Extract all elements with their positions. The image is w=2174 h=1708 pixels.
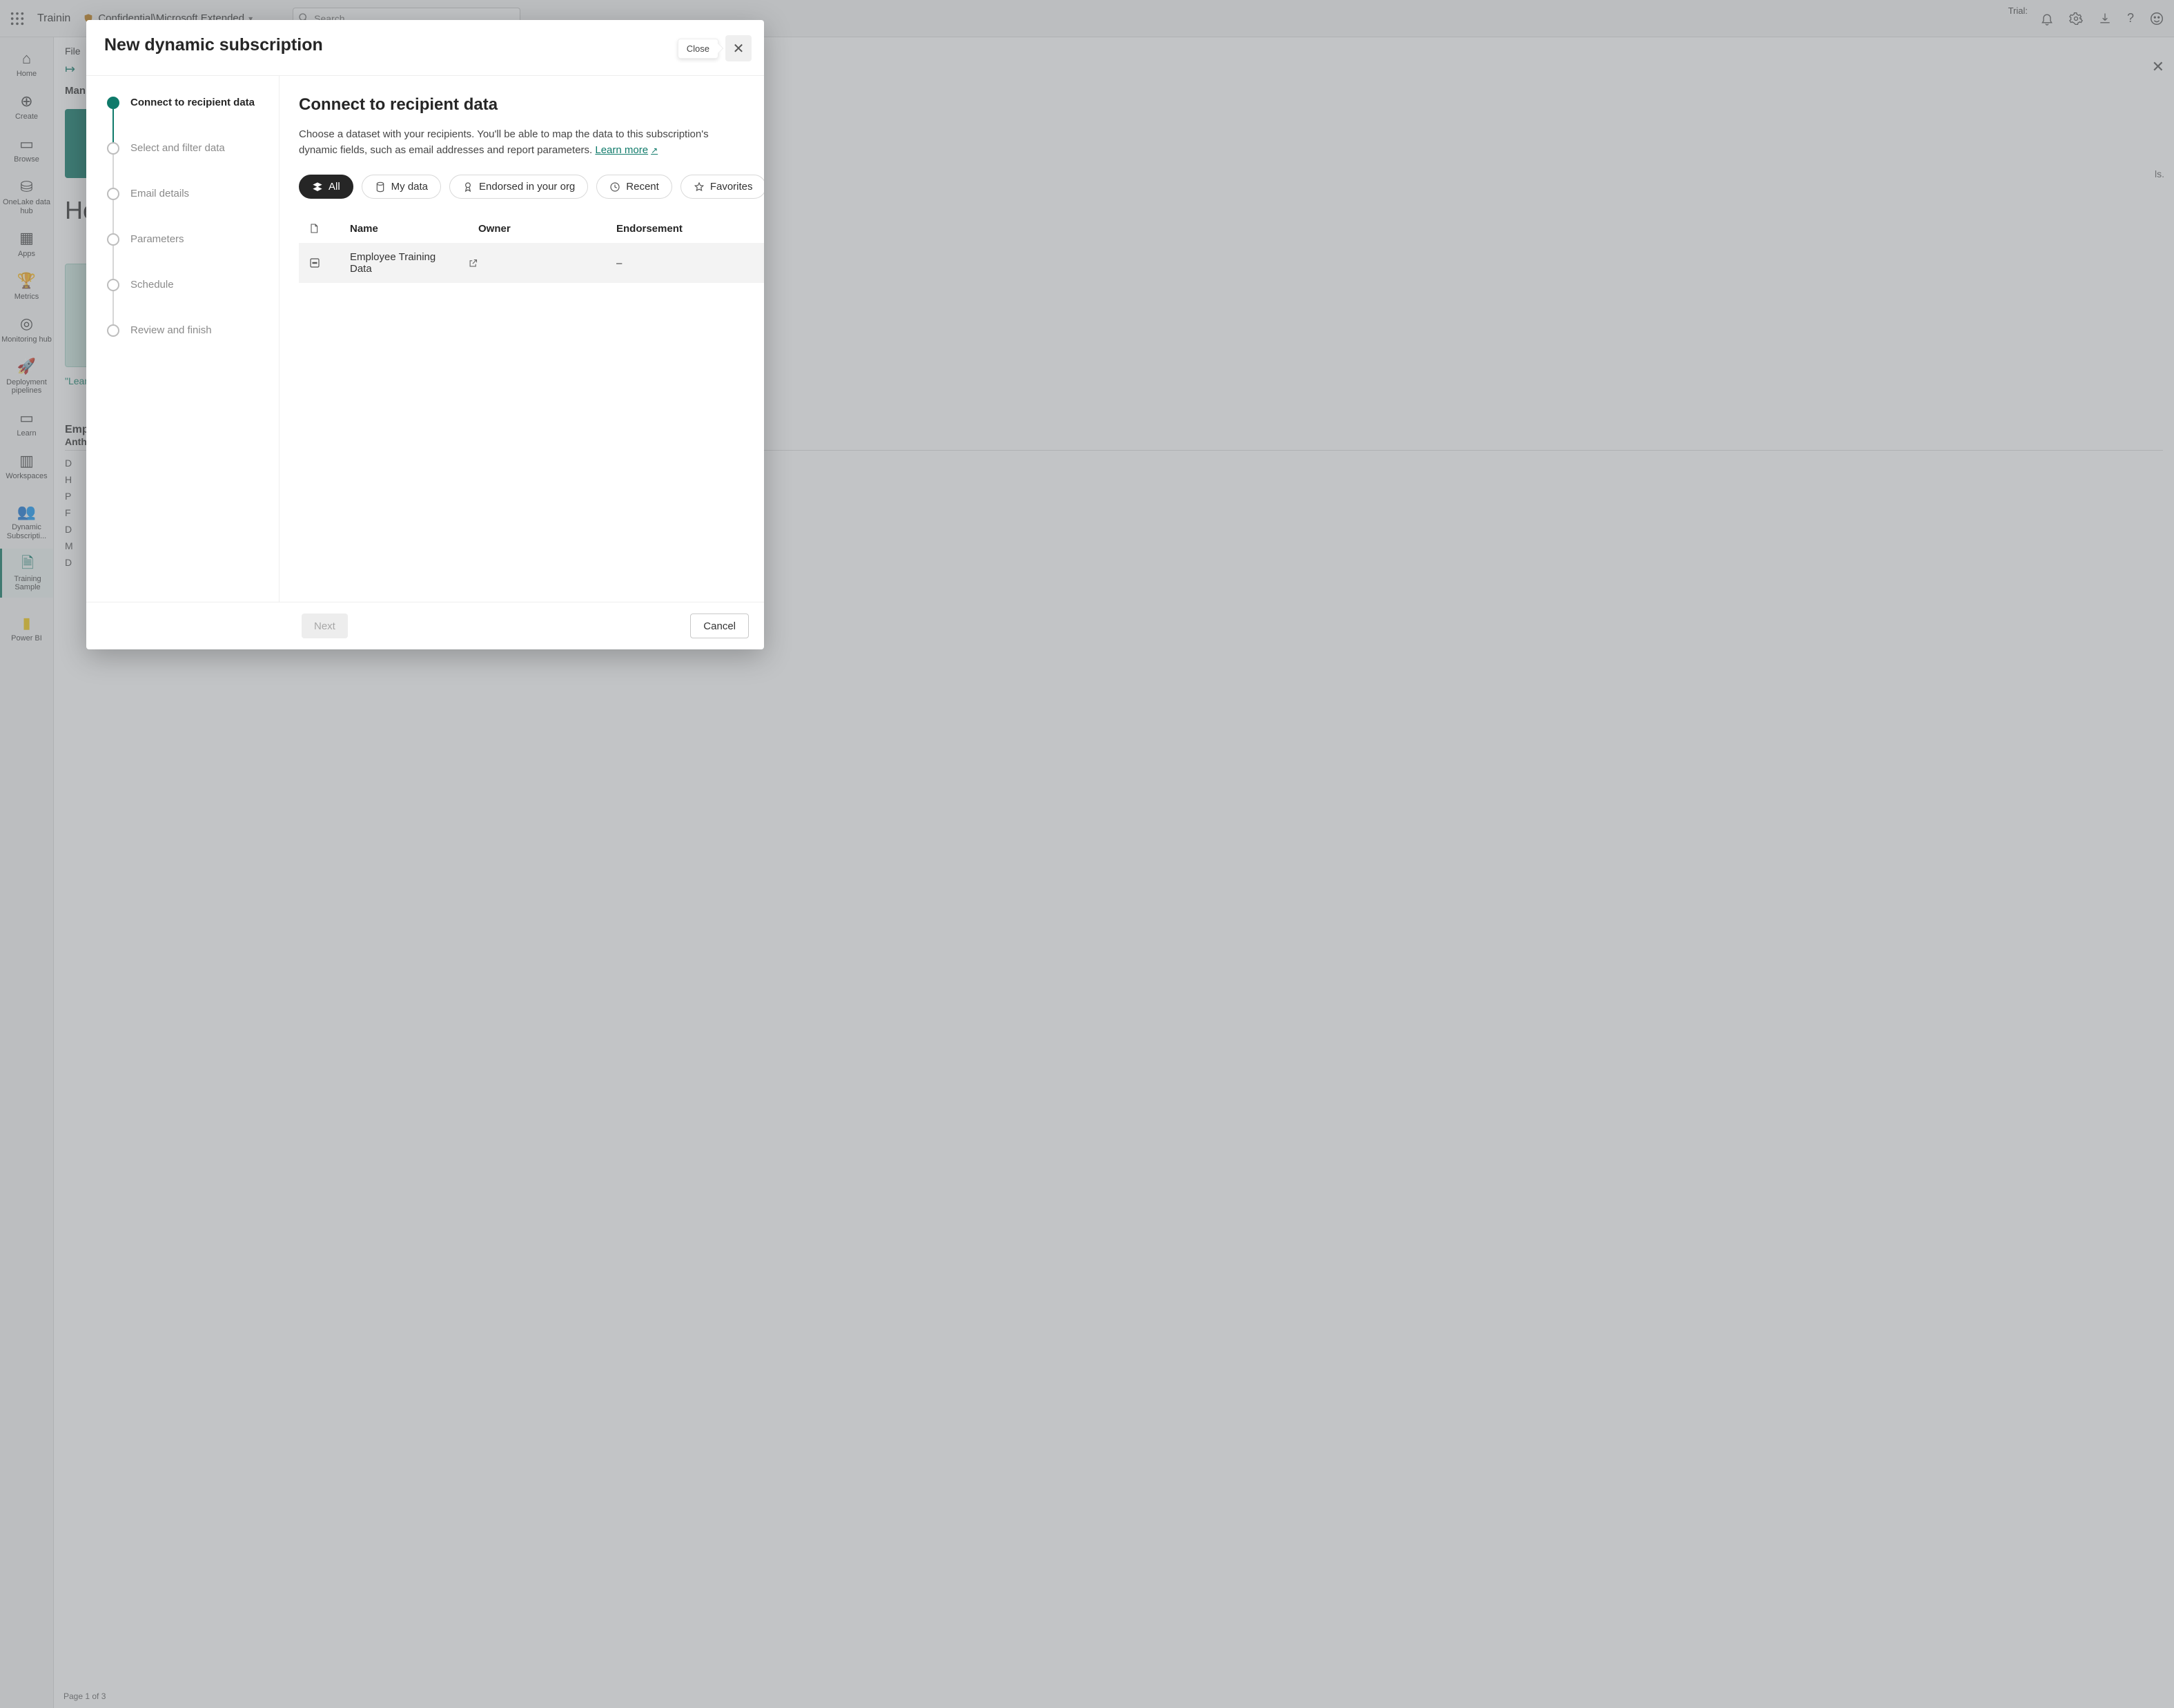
dataset-endorsement: –	[616, 257, 754, 269]
chip-endorsed[interactable]: Endorsed in your org	[449, 175, 588, 199]
star-icon	[694, 181, 705, 193]
filter-chips: All My data Endorsed in your org	[299, 175, 764, 199]
step-label: Connect to recipient data	[130, 97, 255, 108]
dataset-type-icon	[309, 257, 350, 269]
dialog-title: New dynamic subscription	[104, 35, 323, 55]
chip-my-data[interactable]: My data	[362, 175, 441, 199]
col-owner: Owner	[478, 223, 616, 235]
dialog-main: Connect to recipient data Choose a datas…	[280, 76, 764, 602]
col-name: Name	[350, 223, 478, 235]
step-label: Select and filter data	[130, 142, 225, 154]
step-dot-icon	[107, 324, 119, 337]
badge-icon	[462, 181, 473, 193]
next-button: Next	[302, 613, 348, 638]
dataset-name: Employee Training Data	[350, 251, 457, 275]
step-connect[interactable]: Connect to recipient data	[107, 97, 272, 142]
dialog-footer: Next Cancel	[86, 602, 764, 649]
dialog-header: New dynamic subscription Close ✕	[86, 20, 764, 75]
chip-favorites[interactable]: Favorites	[680, 175, 764, 199]
step-parameters[interactable]: Parameters	[107, 233, 272, 279]
close-icon: ✕	[733, 40, 745, 57]
chip-recent[interactable]: Recent	[596, 175, 672, 199]
main-heading: Connect to recipient data	[299, 95, 764, 115]
close-button[interactable]: ✕	[725, 35, 752, 61]
step-label: Review and finish	[130, 324, 212, 336]
step-schedule[interactable]: Schedule	[107, 279, 272, 324]
open-external-icon[interactable]	[468, 258, 478, 268]
close-tooltip: Close	[678, 39, 718, 59]
step-select-filter[interactable]: Select and filter data	[107, 142, 272, 188]
col-type-icon	[309, 222, 350, 235]
step-dot-icon	[107, 188, 119, 200]
learn-more-link[interactable]: Learn more↗	[595, 144, 658, 156]
new-subscription-dialog: New dynamic subscription Close ✕ Connect…	[86, 20, 764, 649]
main-description: Choose a dataset with your recipients. Y…	[299, 127, 741, 158]
cancel-button[interactable]: Cancel	[690, 613, 749, 638]
table-row[interactable]: Employee Training Data –	[299, 243, 764, 283]
clock-icon	[609, 181, 620, 193]
dataset-table: Name Owner Endorsement Employee Training…	[299, 214, 764, 283]
step-label: Email details	[130, 188, 189, 199]
external-link-icon: ↗	[651, 146, 658, 155]
table-header: Name Owner Endorsement	[299, 214, 764, 243]
step-dot-icon	[107, 142, 119, 155]
step-label: Parameters	[130, 233, 184, 245]
stack-icon	[312, 181, 323, 193]
dialog-body: Connect to recipient data Select and fil…	[86, 75, 764, 602]
step-label: Schedule	[130, 279, 174, 291]
cylinder-icon	[375, 181, 386, 193]
step-review[interactable]: Review and finish	[107, 324, 272, 337]
step-email-details[interactable]: Email details	[107, 188, 272, 233]
step-dot-icon	[107, 233, 119, 246]
wizard-steps: Connect to recipient data Select and fil…	[86, 76, 280, 602]
step-dot-icon	[107, 97, 119, 109]
step-dot-icon	[107, 279, 119, 291]
chip-all[interactable]: All	[299, 175, 353, 199]
col-endorsement: Endorsement	[616, 223, 754, 235]
